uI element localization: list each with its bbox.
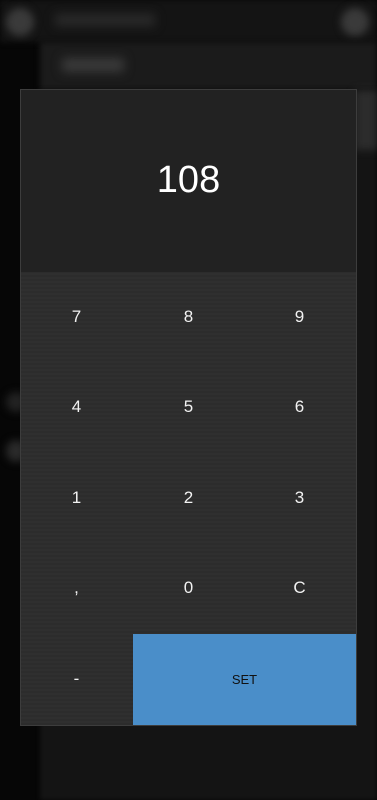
numeric-keypad-dialog: 108 7 8 9 4 5 6 1 2 3 , 0 C - SET — [20, 89, 357, 726]
background-menu-button — [341, 8, 369, 36]
key-1[interactable]: 1 — [21, 453, 132, 543]
key-9[interactable]: 9 — [244, 272, 355, 362]
background-back-button — [6, 8, 34, 36]
value-display: 108 — [21, 90, 356, 272]
key-decimal-comma[interactable]: , — [21, 543, 132, 633]
background-edge — [355, 90, 377, 150]
key-2[interactable]: 2 — [133, 453, 244, 543]
key-6[interactable]: 6 — [244, 362, 355, 452]
key-8[interactable]: 8 — [133, 272, 244, 362]
key-minus[interactable]: - — [21, 634, 132, 724]
key-3[interactable]: 3 — [244, 453, 355, 543]
key-7[interactable]: 7 — [21, 272, 132, 362]
background-subheader-text — [62, 58, 124, 72]
keypad: 7 8 9 4 5 6 1 2 3 , 0 C - SET — [21, 272, 356, 725]
key-4[interactable]: 4 — [21, 362, 132, 452]
background-title — [55, 14, 155, 26]
set-button[interactable]: SET — [133, 634, 356, 725]
key-0[interactable]: 0 — [133, 543, 244, 633]
display-value: 108 — [156, 159, 221, 201]
key-clear[interactable]: C — [244, 543, 355, 633]
key-5[interactable]: 5 — [133, 362, 244, 452]
